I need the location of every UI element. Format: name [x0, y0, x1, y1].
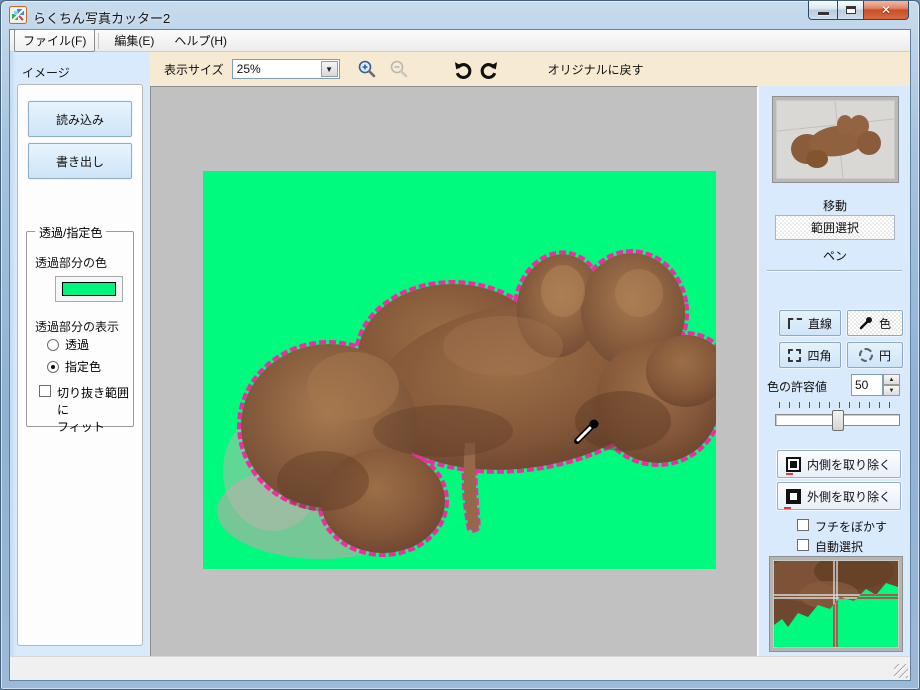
radio-specified-circle — [47, 361, 59, 373]
tool-circle-button[interactable]: 円 — [847, 342, 903, 368]
dog-photo-cutout — [203, 171, 716, 569]
window-title: らくちん写真カッター2 — [33, 8, 170, 27]
dashed-circle-icon — [859, 348, 873, 362]
magnifier-minus-icon — [389, 59, 409, 79]
tool-line-button[interactable]: 直線 — [779, 310, 841, 336]
minimize-button[interactable] — [808, 1, 837, 20]
radio-transparent[interactable]: 透過 — [47, 336, 89, 353]
redo-button[interactable] — [478, 58, 500, 80]
combobox-arrow-icon[interactable]: ▼ — [321, 61, 338, 77]
transparency-fieldset: 透過/指定色 透過部分の色 透過部分の表示 透過 指定色 — [26, 231, 134, 427]
display-size-label: 表示サイズ — [164, 61, 224, 78]
display-size-combobox[interactable]: 25% ▼ — [232, 59, 340, 79]
chroma-color-swatch[interactable] — [62, 282, 116, 296]
undo-button[interactable] — [452, 58, 474, 80]
original-thumbnail[interactable] — [772, 96, 899, 183]
tolerance-slider[interactable] — [775, 414, 900, 426]
eyedropper-icon — [859, 316, 873, 330]
auto-select-checkbox-box — [797, 539, 809, 551]
chroma-key-image[interactable] — [203, 171, 716, 569]
image-group-box: 読み込み 書き出し 透過/指定色 透過部分の色 透過部分の表示 透過 — [17, 84, 143, 646]
radio-transparent-circle — [47, 339, 59, 351]
app-window: らくちん写真カッター2 ✕ ファイル(F) 編集(E) ヘルプ(H) イメージ … — [0, 0, 920, 690]
remove-inside-button[interactable]: 内側を取り除く — [777, 450, 901, 478]
remove-outside-button[interactable]: 外側を取り除く — [777, 482, 901, 510]
blur-edge-checkbox-box — [797, 519, 809, 531]
remove-outside-label: 外側を取り除く — [807, 488, 891, 505]
tool-color-label: 色 — [879, 315, 891, 332]
preview-crosshair-view — [774, 561, 898, 647]
thumbnail-photo — [777, 101, 894, 178]
magnified-preview — [769, 556, 903, 652]
blur-edge-checkbox[interactable]: フチをぼかす — [797, 518, 887, 535]
app-icon — [9, 6, 27, 24]
display-size-value: 25% — [233, 62, 321, 76]
tool-rect-label: 四角 — [807, 347, 831, 364]
toolbar: 表示サイズ 25% ▼ — [150, 52, 910, 86]
panel-separator — [767, 270, 902, 272]
load-button[interactable]: 読み込み — [28, 101, 132, 137]
tool-color-button[interactable]: 色 — [847, 310, 903, 336]
restore-original-button[interactable]: オリジナルに戻す — [548, 61, 644, 78]
remove-inside-icon — [786, 457, 801, 472]
undo-arrow-icon — [452, 58, 474, 80]
tool-rect-button[interactable]: 四角 — [779, 342, 841, 368]
radio-specified[interactable]: 指定色 — [47, 358, 101, 375]
titlebar[interactable]: らくちん写真カッター2 ✕ — [1, 1, 919, 29]
zoom-out-button[interactable] — [388, 58, 410, 80]
resize-grip[interactable] — [894, 664, 908, 678]
spinner-up-icon[interactable]: ▲ — [883, 374, 900, 385]
zoom-in-button[interactable] — [356, 58, 378, 80]
slider-thumb[interactable] — [832, 410, 844, 431]
right-panel: 移動 範囲選択 ペン 直線 色 四角 円 — [758, 86, 910, 656]
slider-ticks — [779, 402, 898, 408]
fit-checkbox-label-line1: 切り抜き範囲に — [57, 384, 133, 418]
edit-canvas[interactable] — [150, 86, 758, 656]
minimize-icon — [818, 12, 829, 15]
auto-select-checkbox[interactable]: 自動選択 — [797, 538, 863, 555]
menu-help[interactable]: ヘルプ(H) — [166, 30, 235, 51]
tool-line-label: 直線 — [808, 315, 832, 332]
remove-inside-label: 内側を取り除く — [807, 456, 891, 473]
transparent-color-label: 透過部分の色 — [35, 254, 107, 271]
image-group-label: イメージ — [22, 64, 70, 81]
transparent-display-label: 透過部分の表示 — [35, 318, 119, 335]
tool-circle-label: 円 — [879, 347, 891, 364]
color-swatch-frame — [55, 276, 123, 302]
mode-pen[interactable]: ペン — [775, 244, 895, 267]
menu-file[interactable]: ファイル(F) — [14, 29, 95, 52]
fit-checkbox[interactable]: 切り抜き範囲に フィット — [39, 384, 133, 435]
menu-bar: ファイル(F) 編集(E) ヘルプ(H) — [10, 30, 910, 52]
mode-move[interactable]: 移動 — [775, 194, 895, 217]
dashed-rect-icon — [788, 349, 801, 362]
export-button[interactable]: 書き出し — [28, 143, 132, 179]
spinner-down-icon[interactable]: ▼ — [883, 385, 900, 396]
close-icon: ✕ — [881, 3, 891, 17]
maximize-icon — [846, 6, 856, 14]
radio-specified-label: 指定色 — [65, 358, 101, 375]
fit-checkbox-box — [39, 385, 51, 397]
mode-range-select[interactable]: 範囲選択 — [775, 215, 895, 240]
window-content: ファイル(F) 編集(E) ヘルプ(H) イメージ 読み込み 書き出し 透過/指… — [9, 29, 911, 681]
menu-edit[interactable]: 編集(E) — [106, 30, 162, 51]
magnifier-plus-icon — [357, 59, 377, 79]
left-panel: イメージ 読み込み 書き出し 透過/指定色 透過部分の色 透過部分の表示 透過 — [10, 52, 150, 656]
dashed-line-icon — [788, 318, 802, 329]
tolerance-spinner[interactable]: ▲ ▼ — [883, 374, 900, 396]
status-bar — [10, 656, 910, 680]
remove-outside-icon — [786, 489, 801, 504]
tolerance-input[interactable]: 50 — [851, 374, 883, 396]
radio-transparent-label: 透過 — [65, 336, 89, 353]
auto-select-label: 自動選択 — [815, 538, 863, 555]
close-button[interactable]: ✕ — [864, 1, 909, 20]
fit-checkbox-label-line2: フィット — [57, 418, 133, 435]
transparency-fieldset-title: 透過/指定色 — [35, 224, 106, 241]
menu-separator — [98, 33, 99, 49]
blur-edge-label: フチをぼかす — [815, 518, 887, 535]
maximize-button[interactable] — [837, 1, 864, 20]
redo-arrow-icon — [478, 58, 500, 80]
tolerance-label: 色の許容値 — [767, 378, 827, 395]
